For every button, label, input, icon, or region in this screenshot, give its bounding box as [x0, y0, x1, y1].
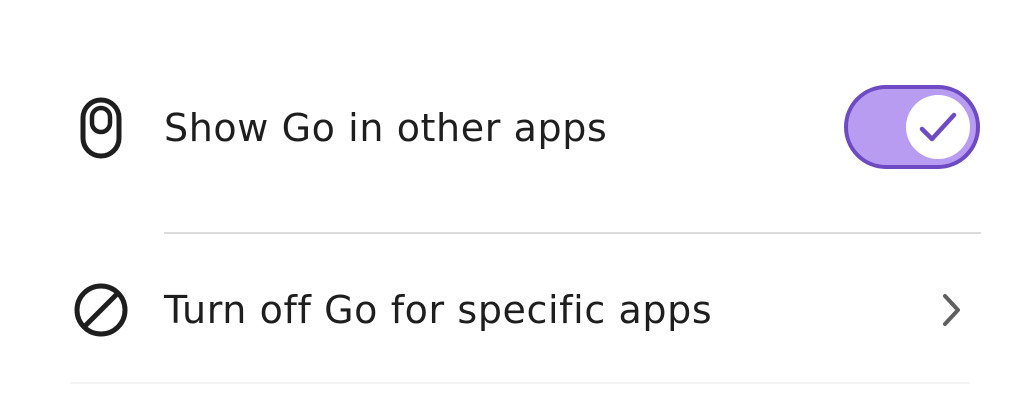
- toggle-knob: [906, 95, 970, 159]
- turn-off-go-row[interactable]: Turn off Go for specific apps: [0, 250, 1036, 370]
- block-icon: [70, 270, 132, 350]
- check-icon: [919, 112, 957, 142]
- go-pill-icon: [70, 88, 132, 168]
- show-go-label: Show Go in other apps: [164, 106, 608, 150]
- divider: [164, 232, 981, 234]
- bottom-divider: [70, 382, 970, 384]
- chevron-right-icon[interactable]: [936, 290, 966, 330]
- show-go-toggle[interactable]: [844, 85, 980, 169]
- turn-off-go-label: Turn off Go for specific apps: [164, 288, 713, 332]
